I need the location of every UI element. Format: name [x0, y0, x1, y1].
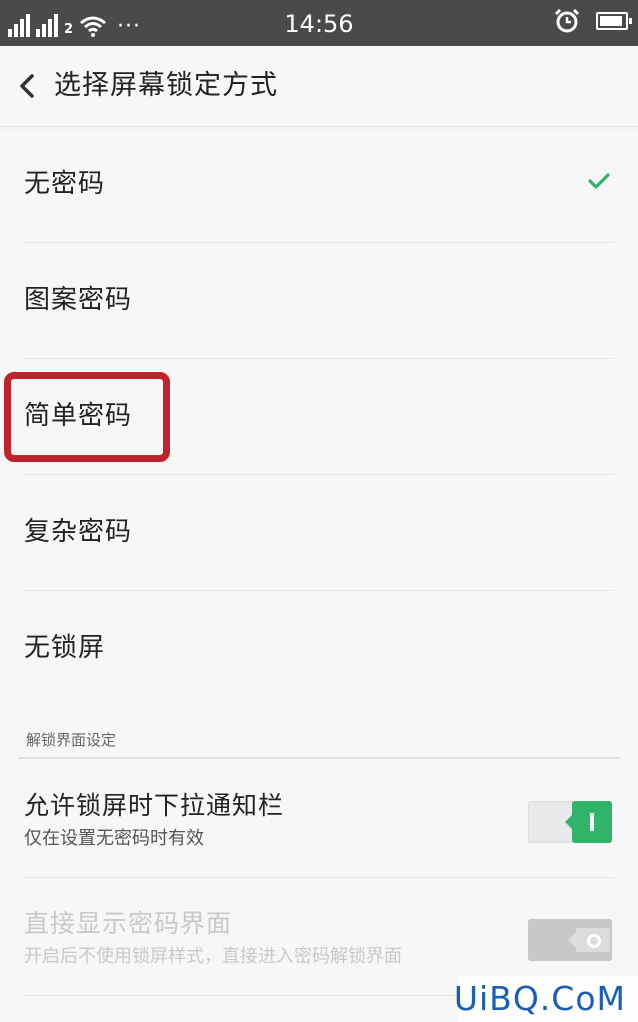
setting-pull-down-notification[interactable]: 允许锁屏时下拉通知栏 仅在设置无密码时有效 — [24, 759, 614, 878]
option-pattern-password[interactable]: 图案密码 — [24, 242, 614, 359]
section-title: 解锁界面设定 — [26, 731, 117, 749]
status-bar: 2 ··· 14:56 — [0, 0, 638, 46]
setting-subtitle: 仅在设置无密码时有效 — [24, 828, 204, 849]
highlight-annotation — [4, 372, 170, 462]
option-label: 无密码 — [24, 169, 106, 199]
toggle-knob — [568, 928, 610, 952]
status-right — [554, 9, 632, 33]
alarm-icon — [554, 9, 580, 33]
notification-toggle[interactable] — [528, 801, 612, 843]
back-arrow-icon[interactable] — [14, 68, 42, 104]
setting-subtitle: 开启后不使用锁屏样式，直接进入密码解锁界面 — [24, 946, 402, 967]
page-title: 选择屏幕锁定方式 — [54, 70, 278, 101]
checkmark-icon — [588, 173, 610, 189]
watermark-text: UiBQ.CoM — [453, 979, 626, 1018]
setting-title: 直接显示密码界面 — [24, 909, 233, 938]
option-label: 无锁屏 — [24, 633, 106, 663]
setting-title: 允许锁屏时下拉通知栏 — [24, 791, 285, 820]
app-header: 选择屏幕锁定方式 — [0, 46, 638, 127]
battery-icon — [596, 12, 632, 30]
option-label: 图案密码 — [24, 285, 133, 315]
option-no-password[interactable]: 无密码 — [24, 126, 614, 243]
toggle-knob — [565, 801, 612, 843]
option-no-lock-screen[interactable]: 无锁屏 — [24, 590, 614, 706]
option-label: 复杂密码 — [24, 517, 133, 547]
password-screen-toggle — [528, 919, 612, 961]
option-complex-password[interactable]: 复杂密码 — [24, 474, 614, 591]
status-time: 14:56 — [284, 10, 354, 38]
